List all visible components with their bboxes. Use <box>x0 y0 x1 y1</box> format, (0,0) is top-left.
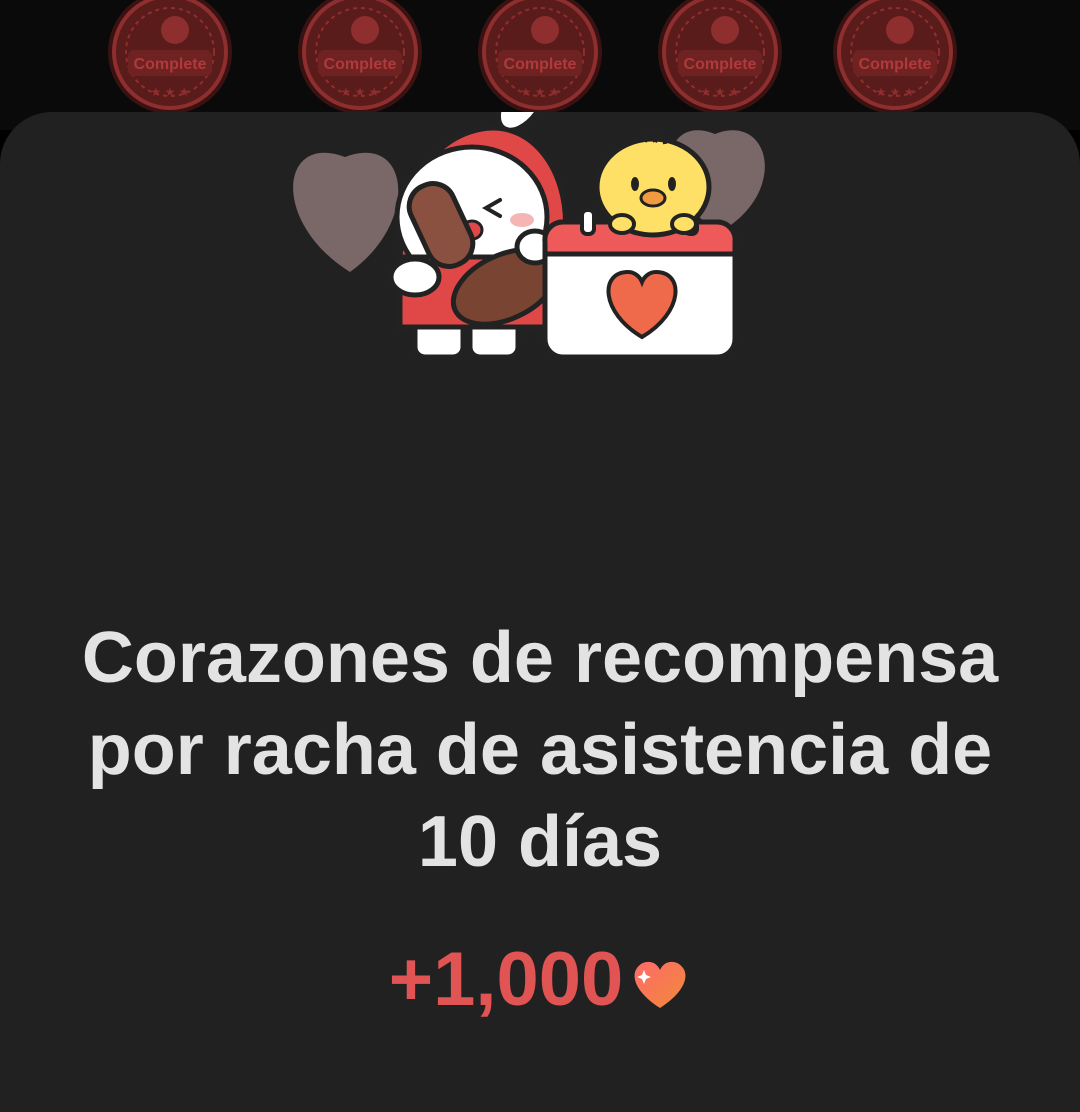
complete-badge: ★ ★ ★ Complete <box>650 0 790 122</box>
badge-label: Complete <box>323 56 397 73</box>
complete-badge: ★ ★ ★ Complete <box>100 0 240 122</box>
complete-badge: ★ ★ ★ Complete <box>470 0 610 122</box>
badge-label: Complete <box>683 56 757 73</box>
svg-text:★ ★ ★: ★ ★ ★ <box>521 85 560 99</box>
badge-label: Complete <box>133 56 207 73</box>
complete-badge: ★ ★ ★ Complete <box>825 0 965 122</box>
svg-text:★ ★ ★: ★ ★ ★ <box>876 85 915 99</box>
svg-text:★ ★ ★: ★ ★ ★ <box>341 85 380 99</box>
heart-icon <box>634 961 686 1008</box>
reward-title: Corazones de recompensa por racha de asi… <box>81 618 999 882</box>
svg-text:★ ★ ★: ★ ★ ★ <box>151 85 190 99</box>
completed-badges-strip: ★ ★ ★ Complete ★ ★ ★ Complete ★ ★ ★ Comp… <box>0 0 1080 130</box>
badge-label: Complete <box>858 56 932 73</box>
reward-amount-row: +1,000 <box>0 930 1080 1030</box>
svg-text:★ ★ ★: ★ ★ ★ <box>701 85 740 99</box>
reward-amount: +1,000 <box>388 937 624 1022</box>
badge-label: Complete <box>503 56 577 73</box>
bunny-chick-calendar-illustration <box>293 112 765 360</box>
complete-badge: ★ ★ ★ Complete <box>290 0 430 122</box>
bunny-icon <box>388 112 568 360</box>
